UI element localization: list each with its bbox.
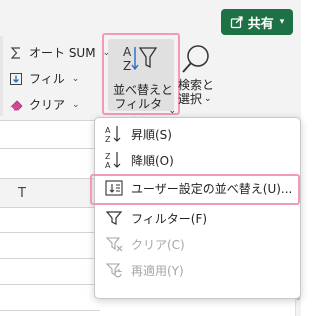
- chevron-down-icon: ⌄: [71, 73, 80, 84]
- grid-row-line: [0, 284, 100, 285]
- svg-text:Z: Z: [123, 59, 131, 73]
- sort-filter-label-line1: 並べ替えと: [112, 83, 173, 97]
- menu-item-label: 降順(O): [131, 153, 174, 168]
- reapply-icon: [104, 260, 124, 280]
- ribbon-group-edge: [0, 36, 3, 116]
- svg-text:A: A: [105, 126, 111, 135]
- menu-item-label: 昇順(S): [131, 127, 172, 142]
- chevron-down-icon: ⌄: [204, 94, 212, 104]
- chevron-down-icon: ▾: [279, 17, 285, 27]
- find-select-label-line2-row: 選択 ⌄: [178, 92, 214, 106]
- chevron-down-icon: ⌄: [72, 99, 80, 110]
- menu-item-reapply: 再適用(Y): [95, 258, 300, 282]
- sigma-icon: [8, 45, 24, 61]
- column-header-row: [0, 178, 100, 208]
- svg-text:Z: Z: [105, 135, 111, 144]
- share-label: 共有: [247, 16, 274, 32]
- find-select-label-line1: 検索と: [178, 78, 215, 92]
- grid-row-line: [0, 258, 100, 259]
- search-icon[interactable]: [180, 42, 212, 76]
- clear-filter-icon: [104, 234, 124, 254]
- find-select-label[interactable]: 検索と 選択 ⌄: [178, 78, 214, 106]
- clear-label: クリア: [29, 98, 66, 112]
- menu-item-label: 再適用(Y): [131, 263, 184, 278]
- clear-button[interactable]: クリア ⌄: [8, 96, 80, 113]
- sort-descending-icon: Z A: [104, 150, 124, 170]
- autosum-label: オート SUM: [29, 46, 96, 60]
- grid-row-line: [0, 232, 100, 233]
- eraser-icon: [8, 97, 24, 113]
- menu-item-sort-descending[interactable]: Z A 降順(O): [95, 148, 300, 172]
- menu-item-sort-ascending[interactable]: A Z 昇順(S): [95, 122, 300, 146]
- fill-label: フィル: [29, 72, 65, 86]
- column-header-t[interactable]: T: [18, 186, 26, 201]
- formula-bar-divider: [0, 148, 100, 149]
- sort-filter-button[interactable]: A Z 並べ替えと フィルター ⌄: [102, 33, 180, 125]
- share-button[interactable]: 共有 ▾: [221, 9, 293, 35]
- sort-filter-icon: A Z: [123, 45, 158, 73]
- fill-down-icon: [8, 71, 24, 87]
- sort-filter-menu: A Z 昇順(S) Z A 降順(O) ユーザー設定の並べ替え(U)... フィ…: [94, 117, 301, 299]
- find-select-label-line2: 選択: [178, 92, 203, 106]
- grid-row-line: [0, 310, 100, 311]
- menu-item-clear: クリア(C): [95, 232, 300, 256]
- menu-item-label: フィルター(F): [131, 211, 208, 226]
- highlight-annotation: [90, 174, 300, 205]
- svg-text:Z: Z: [105, 152, 111, 161]
- sort-ascending-icon: A Z: [104, 124, 124, 144]
- filter-icon: [104, 208, 124, 228]
- svg-text:A: A: [123, 45, 132, 59]
- svg-text:A: A: [105, 161, 111, 170]
- menu-item-label: クリア(C): [131, 237, 185, 252]
- share-icon: [230, 16, 243, 29]
- menu-item-filter[interactable]: フィルター(F): [95, 206, 300, 230]
- fill-button[interactable]: フィル ⌄: [8, 70, 79, 87]
- autosum-button[interactable]: オート SUM ⌄: [8, 44, 110, 61]
- chevron-down-icon: ⌄: [168, 106, 176, 116]
